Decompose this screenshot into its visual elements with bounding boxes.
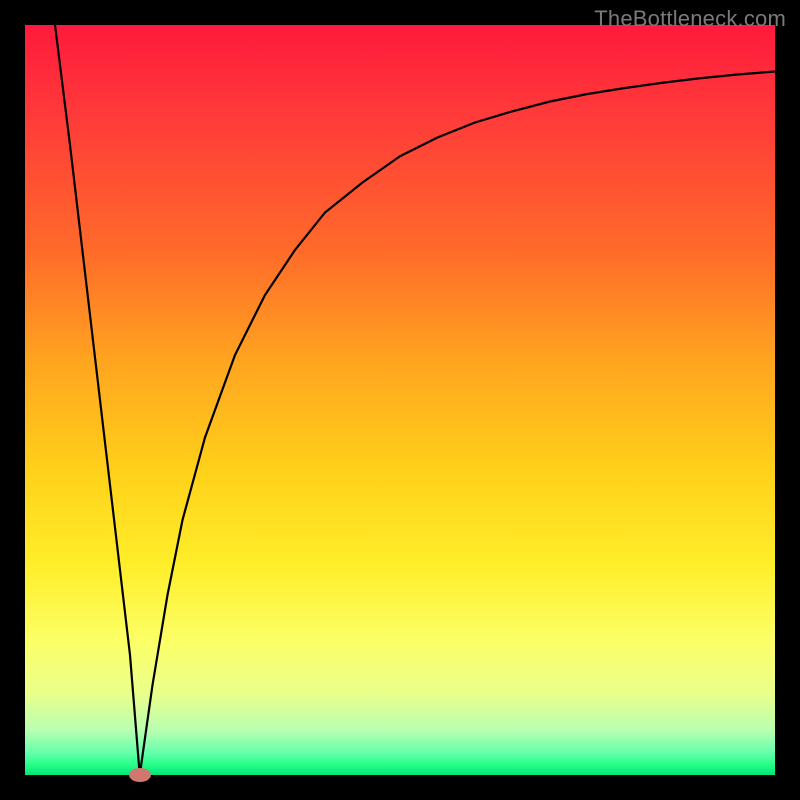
watermark-text: TheBottleneck.com	[594, 6, 786, 32]
optimum-marker	[129, 768, 151, 782]
chart-plot-area	[25, 25, 775, 775]
bottleneck-curve	[25, 25, 775, 775]
chart-frame: TheBottleneck.com	[0, 0, 800, 800]
curve-path	[55, 25, 775, 775]
